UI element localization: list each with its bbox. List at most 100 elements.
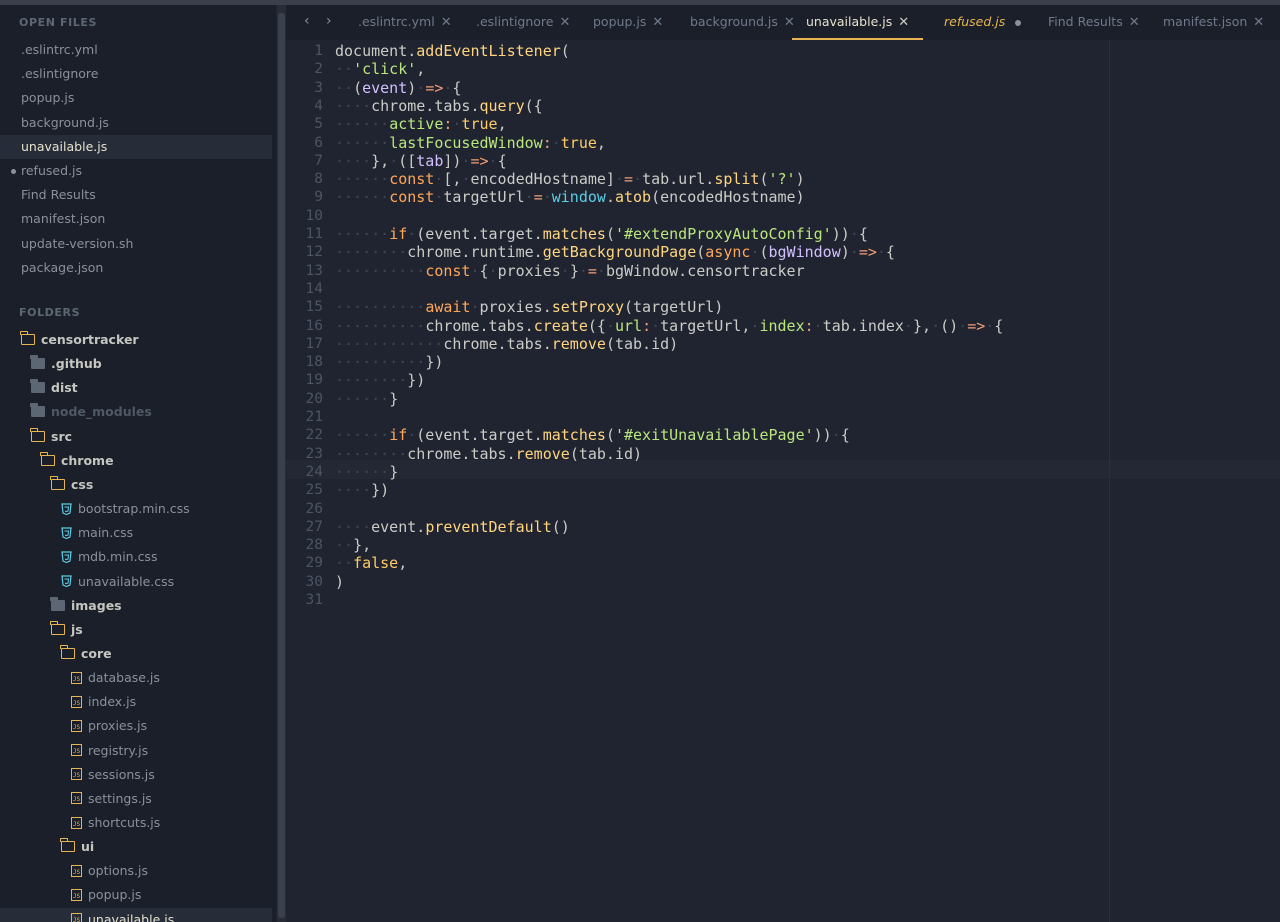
close-tab-icon[interactable]: ✕ (441, 15, 452, 30)
code-editor[interactable]: 1 document.addEventListener(2 ··'click', 3 ·… (286, 40, 1280, 922)
open-file-item[interactable]: popup.js (0, 86, 272, 110)
sidebar-scrollbar-thumb[interactable] (278, 13, 285, 918)
code-line[interactable]: 18 ··········}) (286, 353, 1280, 371)
tree-folder[interactable]: node_modules (0, 400, 272, 424)
sidebar-scrollbar[interactable] (277, 5, 286, 922)
code-token: ·········· (335, 261, 426, 280)
code-line[interactable]: 28 ··}, (286, 536, 1280, 554)
tree-folder[interactable]: dist (0, 376, 272, 400)
tree-file[interactable]: JS settings.js (0, 787, 272, 811)
code-line[interactable]: 31 (286, 591, 1280, 609)
code-line[interactable]: 4 ····chrome.tabs.query({ (286, 97, 1280, 115)
code-line[interactable]: 30) (286, 573, 1280, 591)
code-token: chrome.tabs. (371, 96, 480, 115)
code-line[interactable]: 19 ········}) (286, 371, 1280, 389)
open-file-item[interactable]: background.js (0, 111, 272, 135)
code-line[interactable]: 25 ····}) (286, 481, 1280, 499)
tree-file[interactable]: JS options.js (0, 859, 272, 883)
code-line[interactable]: 27 ····event.preventDefault() (286, 518, 1280, 536)
modified-dot-icon (11, 169, 16, 174)
tree-file[interactable]: main.css (0, 521, 272, 545)
code-line[interactable]: 8 ······const·[,·encodedHostname]·=·tab.u… (286, 170, 1280, 188)
close-tab-icon[interactable]: ✕ (559, 15, 570, 30)
tree-file[interactable]: unavailable.css (0, 570, 272, 594)
code-line[interactable]: 10 (286, 207, 1280, 225)
open-file-item[interactable]: refused.js (0, 159, 272, 183)
code-line[interactable]: 7 ····},·([tab])·=>·{ (286, 152, 1280, 170)
tree-folder[interactable]: chrome (0, 449, 272, 473)
code-token: ( (353, 78, 363, 97)
tree-file[interactable]: JS popup.js (0, 883, 272, 907)
code-line[interactable]: 11 ······if·(event.target.matches('#exten… (286, 225, 1280, 243)
code-token: } (569, 261, 579, 280)
folder-icon (30, 355, 45, 370)
close-tab-icon[interactable]: ✕ (898, 15, 909, 30)
tree-file[interactable]: JS shortcuts.js (0, 811, 272, 835)
code-line[interactable]: 9 ······const·targetUrl·=·window.atob(enc… (286, 188, 1280, 206)
open-file-item[interactable]: update-version.sh (0, 232, 272, 256)
close-tab-icon[interactable]: ✕ (652, 15, 663, 30)
tree-folder[interactable]: censortracker (0, 328, 272, 352)
code-token: { (479, 261, 489, 280)
open-file-item[interactable]: unavailable.js (0, 134, 272, 159)
code-line[interactable]: 14 (286, 280, 1280, 298)
code-token: () (551, 517, 570, 536)
close-tab-icon[interactable]: ✕ (1253, 15, 1264, 30)
code-text: ······const·[,·encodedHostname]·=·tab.ur… (335, 170, 805, 188)
tab-unavailable-js[interactable]: unavailable.js ✕ (792, 5, 924, 40)
code-line[interactable]: 29 ··false, (286, 554, 1280, 572)
code-token: }) (407, 371, 426, 390)
code-line[interactable]: 3 ··(event)·=>·{ (286, 79, 1280, 97)
code-token: . (605, 188, 615, 207)
open-file-item[interactable]: .eslintrc.yml (0, 38, 272, 62)
open-file-item[interactable]: Find Results (0, 183, 272, 207)
code-line[interactable]: 13 ··········const·{·proxies·}·=·bgWindow… (286, 262, 1280, 280)
code-line[interactable]: 12 ········chrome.runtime.getBackgroundPa… (286, 243, 1280, 261)
tree-file[interactable]: JS database.js (0, 666, 272, 690)
tab-eslintrc-yml[interactable]: .eslintrc.yml ✕ (358, 5, 452, 40)
tree-folder[interactable]: js (0, 618, 272, 642)
code-line[interactable]: 17 ············chrome.tabs.remove(tab.id) (286, 335, 1280, 353)
tab-forward-arrow[interactable]: › (326, 13, 332, 29)
tab-manifest-json[interactable]: manifest.json ✕ (1163, 5, 1264, 40)
tree-file[interactable]: bootstrap.min.css (0, 497, 272, 521)
tree-folder[interactable]: src (0, 425, 272, 449)
modified-dot-icon[interactable] (1015, 19, 1022, 26)
code-line[interactable]: 24 ······} (286, 463, 1280, 481)
tree-file[interactable]: JS unavailable.js (0, 907, 272, 922)
code-line[interactable]: 20 ······} (286, 390, 1280, 408)
code-line[interactable]: 5 ······active:·true, (286, 115, 1280, 133)
tab-background-js[interactable]: background.js ✕ (690, 5, 795, 40)
code-line[interactable]: 22 ······if·(event.target.matches('#exitU… (286, 426, 1280, 444)
code-token: )) (831, 225, 850, 243)
tab-find-results[interactable]: Find Results ✕ (1048, 5, 1140, 40)
tree-file[interactable]: mdb.min.css (0, 545, 272, 569)
open-file-item[interactable]: .eslintignore (0, 62, 272, 86)
tree-folder[interactable]: css (0, 473, 272, 497)
tree-folder[interactable]: .github (0, 352, 272, 376)
open-file-item[interactable]: manifest.json (0, 207, 272, 231)
tree-file[interactable]: JS registry.js (0, 739, 272, 763)
tab-eslintignore[interactable]: .eslintignore ✕ (476, 5, 570, 40)
tree-item-label: unavailable.js (88, 911, 175, 922)
tab-refused-js[interactable]: refused.js (944, 5, 1022, 40)
code-line[interactable]: 23 ········chrome.tabs.remove(tab.id) (286, 445, 1280, 463)
code-line[interactable]: 15 ··········await·proxies.setProxy(targe… (286, 298, 1280, 316)
code-line[interactable]: 21 (286, 408, 1280, 426)
code-line[interactable]: 6 ······lastFocusedWindow:·true, (286, 134, 1280, 152)
code-line[interactable]: 2 ··'click', (286, 60, 1280, 78)
tree-folder[interactable]: ui (0, 835, 272, 859)
open-file-item[interactable]: package.json (0, 256, 272, 280)
tree-folder[interactable]: core (0, 642, 272, 666)
tab-popup-js[interactable]: popup.js ✕ (593, 5, 663, 40)
tab-back-arrow[interactable]: ‹ (304, 13, 310, 29)
code-line[interactable]: 1 document.addEventListener( (286, 42, 1280, 60)
tree-file[interactable]: JS proxies.js (0, 714, 272, 738)
tree-folder[interactable]: images (0, 594, 272, 618)
code-line[interactable]: 16 ··········chrome.tabs.create({·url:·ta… (286, 317, 1280, 335)
code-line[interactable]: 26 (286, 500, 1280, 518)
tab-label: background.js (690, 14, 778, 29)
tree-file[interactable]: JS sessions.js (0, 763, 272, 787)
tree-file[interactable]: JS index.js (0, 690, 272, 714)
close-tab-icon[interactable]: ✕ (1129, 15, 1140, 30)
